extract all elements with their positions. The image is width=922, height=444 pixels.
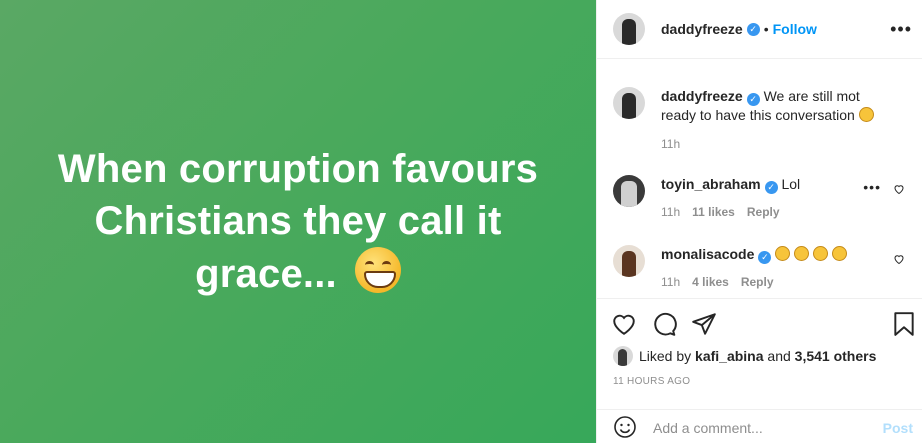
like-comment-heart-icon[interactable] — [893, 253, 905, 265]
comment-username[interactable]: monalisacode — [661, 246, 754, 262]
author-username[interactable]: daddyfreeze — [661, 21, 743, 37]
post-comment-button[interactable]: Post — [883, 420, 913, 436]
flushed-face-icon — [858, 107, 874, 122]
comment-body: monalisacode ✓ — [661, 245, 893, 264]
comment-reply-button[interactable]: Reply — [747, 205, 780, 219]
image-text-line-3: grace... — [195, 252, 337, 296]
laughing-emoji-icon — [794, 246, 810, 261]
comments-list: daddyfreeze ✓ We are still mot ready to h… — [597, 59, 922, 297]
comment-reply-button[interactable]: Reply — [741, 275, 774, 289]
image-text-line-2: Christians they call it — [94, 199, 502, 243]
comment-options-icon[interactable]: ••• — [863, 179, 881, 195]
author-avatar[interactable] — [613, 87, 645, 119]
laughing-emoji-icon — [775, 246, 791, 261]
post-actions: Liked by kafi_abina and 3,541 others 11 … — [597, 298, 922, 409]
post-image[interactable]: When corruption favours Christians they … — [0, 0, 596, 443]
comment-likes[interactable]: 4 likes — [692, 275, 729, 289]
verified-badge-icon: ✓ — [746, 22, 760, 36]
image-text-line-3-wrap: grace... — [38, 247, 558, 300]
verified-badge-icon: ✓ — [764, 181, 778, 194]
caption-time[interactable]: 11h — [661, 137, 680, 151]
laughing-emoji-icon — [831, 246, 847, 261]
follow-button[interactable]: Follow — [773, 21, 817, 37]
post-sidebar: daddyfreeze ✓ • Follow ••• daddyfreeze ✓ … — [596, 0, 922, 443]
comment-body: toyin_abraham ✓ Lol — [661, 175, 893, 194]
verified-badge-icon: ✓ — [746, 93, 760, 106]
comment-text: Lol — [781, 176, 801, 192]
laughing-emoji-icon — [813, 246, 829, 261]
verified-badge-icon: ✓ — [758, 251, 772, 264]
liker-avatar[interactable] — [613, 346, 633, 366]
likes-text: Liked by kafi_abina and 3,541 others — [639, 348, 876, 364]
caption-username[interactable]: daddyfreeze — [661, 88, 743, 104]
comment-meta: 11h 4 likes Reply — [661, 275, 774, 289]
author-avatar[interactable] — [613, 13, 645, 45]
likes-summary: Liked by kafi_abina and 3,541 others — [613, 346, 876, 366]
post-timestamp[interactable]: 11 HOURS AGO — [613, 376, 690, 387]
grinning-face-icon — [354, 247, 401, 293]
liker-username[interactable]: kafi_abina — [695, 348, 763, 364]
post-image-text: When corruption favours Christians they … — [38, 143, 558, 300]
likes-others-link[interactable]: 3,541 others — [795, 348, 877, 364]
commenter-avatar[interactable] — [613, 245, 645, 277]
like-comment-heart-icon[interactable] — [893, 183, 905, 195]
commenter-avatar[interactable] — [613, 175, 645, 207]
add-comment-input[interactable]: Add a comment... — [653, 420, 763, 436]
comment-likes[interactable]: 11 likes — [692, 205, 735, 219]
comment-bubble-icon[interactable] — [651, 311, 677, 337]
emoji-picker-icon[interactable] — [613, 415, 637, 439]
likes-connector: and — [767, 348, 791, 364]
like-heart-icon[interactable] — [611, 311, 637, 337]
caption-body: daddyfreeze ✓ We are still mot ready to h… — [661, 87, 893, 124]
save-bookmark-icon[interactable] — [891, 311, 917, 337]
comment-time[interactable]: 11h — [661, 275, 680, 289]
caption-meta: 11h — [661, 137, 680, 151]
image-text-line-1: When corruption favours — [57, 147, 539, 191]
comment-time[interactable]: 11h — [661, 205, 680, 219]
post-viewer: When corruption favours Christians they … — [0, 0, 922, 443]
author-info: daddyfreeze ✓ • Follow — [661, 21, 817, 37]
comment-username[interactable]: toyin_abraham — [661, 176, 761, 192]
more-options-icon[interactable]: ••• — [890, 19, 912, 40]
likes-prefix: Liked by — [639, 348, 692, 364]
separator-dot: • — [763, 21, 769, 37]
comment-meta: 11h 11 likes Reply — [661, 205, 780, 219]
add-comment-bar: Add a comment... Post — [597, 409, 922, 444]
share-paper-plane-icon[interactable] — [691, 311, 717, 337]
post-header: daddyfreeze ✓ • Follow ••• — [597, 0, 922, 59]
